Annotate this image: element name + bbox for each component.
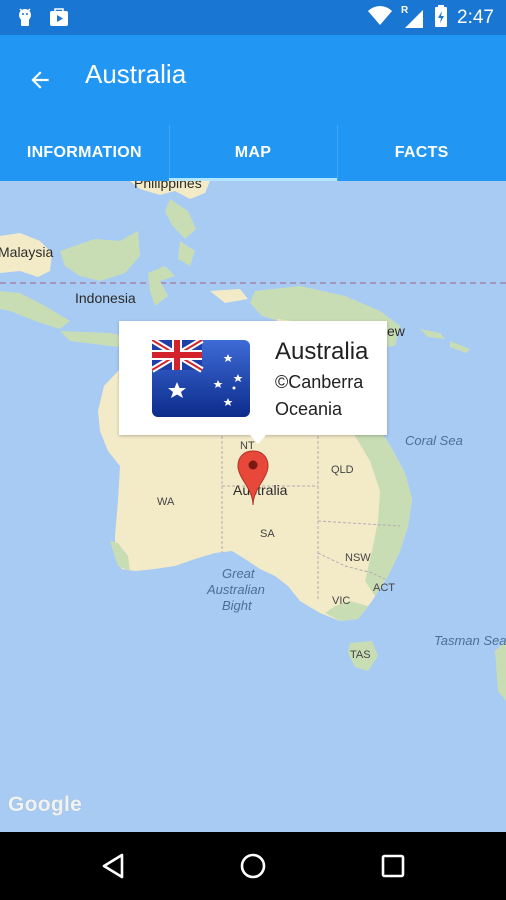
- google-attribution-logo: Google: [8, 793, 83, 816]
- info-country-name: Australia: [275, 338, 369, 365]
- arrow-back-icon: [31, 71, 49, 89]
- map-label-sa: SA: [260, 528, 275, 540]
- android-debug-icon: [14, 6, 36, 32]
- nav-recents-button[interactable]: [371, 846, 415, 886]
- map-label-australian: Australian: [207, 582, 265, 597]
- map-label-tasman-sea: Tasman Sea: [434, 633, 506, 648]
- tab-map[interactable]: MAP: [168, 125, 338, 181]
- roaming-indicator: R: [401, 5, 409, 16]
- wifi-icon: [368, 6, 393, 30]
- app-bar: Australia: [0, 35, 506, 125]
- map-label-vic: VIC: [332, 595, 351, 607]
- australia-flag-icon: [152, 340, 250, 417]
- map-label-wa: WA: [157, 496, 175, 508]
- map-info-window[interactable]: Australia ©Canberra Oceania: [119, 321, 387, 444]
- map-label-tas: TAS: [350, 649, 371, 661]
- map-label-act: ACT: [373, 582, 395, 594]
- page-title: Australia: [85, 59, 187, 89]
- status-time: 2:47: [457, 7, 494, 28]
- nav-back-button[interactable]: [91, 846, 135, 886]
- map-label-indonesia: Indonesia: [75, 290, 136, 306]
- tab-bar: INFORMATION MAP FACTS: [0, 125, 506, 181]
- map-label-philippines: Philippines: [134, 181, 202, 191]
- info-region: Oceania: [275, 399, 343, 419]
- back-button[interactable]: [18, 58, 62, 102]
- map-label-coral-sea: Coral Sea: [405, 433, 463, 448]
- info-capital: ©Canberra: [275, 372, 364, 392]
- battery-icon: [434, 5, 448, 31]
- tab-information[interactable]: INFORMATION: [0, 125, 169, 181]
- map-marker-icon[interactable]: [236, 449, 270, 507]
- signal-roaming-icon: R: [401, 5, 425, 29]
- back-triangle-icon: [102, 853, 124, 879]
- navigation-bar: [0, 832, 506, 900]
- status-bar: R 2:47: [0, 0, 506, 35]
- map-label-qld: QLD: [331, 464, 354, 476]
- nav-home-button[interactable]: [231, 846, 275, 886]
- tab-facts[interactable]: FACTS: [337, 125, 506, 181]
- map-label-great: Great: [222, 566, 255, 581]
- map-label-new-partial: ew: [387, 323, 405, 339]
- map-label-malaysia: Malaysia: [0, 244, 54, 260]
- play-store-icon: [48, 6, 70, 32]
- map-label-nsw: NSW: [345, 552, 371, 564]
- map-label-bight: Bight: [222, 598, 252, 613]
- recents-square-icon: [381, 854, 405, 878]
- home-circle-icon: [240, 853, 266, 879]
- map-view[interactable]: Philippines Malaysia Indonesia ew Coral …: [0, 181, 506, 832]
